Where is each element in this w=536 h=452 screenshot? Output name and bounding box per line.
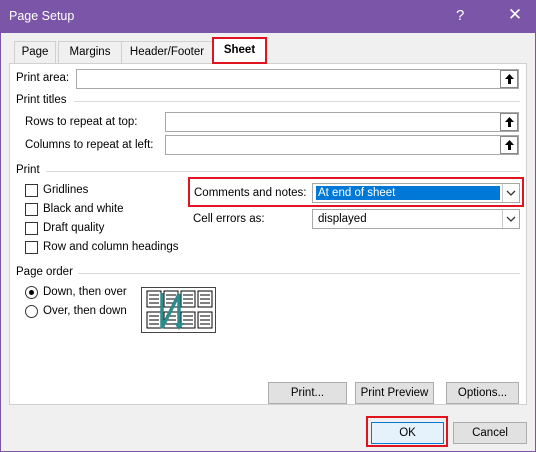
- page-order-preview-icon: [141, 287, 216, 333]
- options-button[interactable]: Options...: [446, 382, 519, 404]
- columns-to-repeat-label: Columns to repeat at left:: [25, 139, 154, 151]
- over-then-down-radio[interactable]: [25, 305, 38, 318]
- print-area-label: Print area:: [16, 72, 70, 84]
- page-order-divider: [78, 273, 520, 274]
- row-column-headings-label: Row and column headings: [43, 241, 179, 253]
- collapse-dialog-icon[interactable]: [500, 136, 518, 154]
- black-and-white-checkbox[interactable]: [25, 203, 38, 216]
- gridlines-label: Gridlines: [43, 184, 89, 196]
- collapse-dialog-icon[interactable]: [500, 113, 518, 131]
- row-column-headings-checkbox[interactable]: [25, 241, 38, 254]
- draft-quality-label: Draft quality: [43, 222, 105, 234]
- down-then-over-label: Down, then over: [43, 286, 127, 298]
- over-then-down-label: Over, then down: [43, 305, 127, 317]
- help-icon[interactable]: ?: [456, 7, 464, 24]
- window-title: Page Setup: [9, 9, 75, 23]
- draft-quality-checkbox[interactable]: [25, 222, 38, 235]
- print-heading: Print: [16, 164, 40, 176]
- collapse-dialog-icon[interactable]: [500, 70, 518, 88]
- ok-highlight-box: [366, 416, 448, 447]
- print-area-input[interactable]: [76, 69, 519, 89]
- page-order-heading: Page order: [16, 266, 73, 278]
- chevron-down-icon[interactable]: [502, 210, 519, 228]
- rows-to-repeat-input[interactable]: [165, 112, 519, 132]
- title-bar: Page Setup ? ✕: [0, 0, 536, 33]
- print-titles-divider: [74, 101, 520, 102]
- print-divider: [46, 171, 520, 172]
- comments-highlight-box: [188, 177, 524, 207]
- close-icon[interactable]: ✕: [500, 4, 530, 28]
- cancel-button[interactable]: Cancel: [453, 422, 527, 444]
- tab-margins[interactable]: Margins: [58, 41, 122, 63]
- print-titles-heading: Print titles: [16, 94, 67, 106]
- cell-errors-value: displayed: [318, 213, 367, 225]
- cell-errors-select[interactable]: displayed: [312, 209, 520, 229]
- rows-to-repeat-label: Rows to repeat at top:: [25, 116, 138, 128]
- cell-errors-label: Cell errors as:: [193, 213, 265, 225]
- tab-page[interactable]: Page: [14, 41, 56, 63]
- gridlines-checkbox[interactable]: [25, 184, 38, 197]
- tab-sheet[interactable]: Sheet: [212, 37, 267, 64]
- tab-header-footer[interactable]: Header/Footer: [121, 41, 213, 63]
- down-then-over-radio[interactable]: [25, 286, 38, 299]
- black-and-white-label: Black and white: [43, 203, 124, 215]
- print-button[interactable]: Print...: [268, 382, 347, 404]
- print-preview-button[interactable]: Print Preview: [355, 382, 434, 404]
- columns-to-repeat-input[interactable]: [165, 135, 519, 155]
